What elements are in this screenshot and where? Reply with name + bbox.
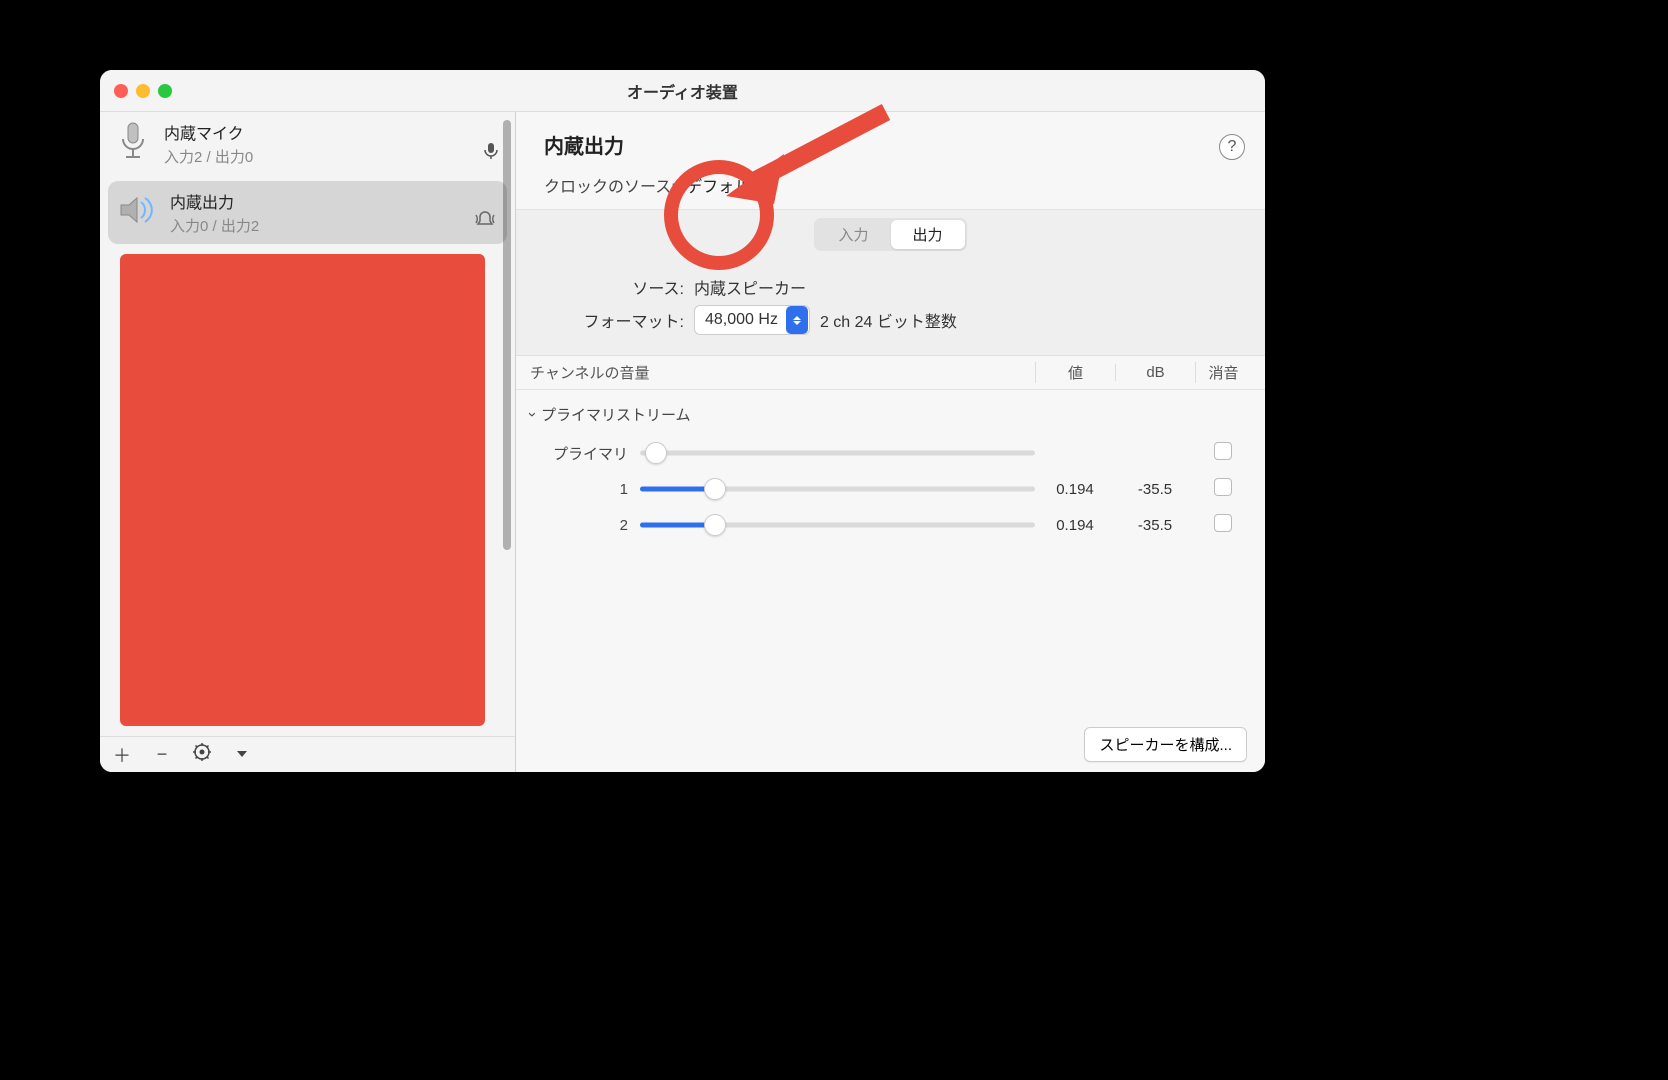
channel-2-volume-slider[interactable]	[640, 514, 1035, 536]
window-title: オーディオ装置	[100, 79, 1265, 103]
device-info: 内蔵マイク 入力2 / 出力0	[164, 120, 469, 167]
primary-stream-group: › プライマリストリーム プライマリ 1	[516, 390, 1265, 553]
device-io-summary: 入力0 / 出力2	[170, 215, 463, 236]
clock-source-value: デフォルト	[686, 179, 766, 196]
channel-2-label: 2	[530, 517, 640, 534]
stepper-arrows-icon	[786, 306, 808, 334]
device-name: 内蔵マイク	[164, 120, 469, 144]
source-label: ソース:	[544, 275, 684, 299]
channel-1-volume-slider[interactable]	[640, 478, 1035, 500]
col-value: 値	[1035, 362, 1115, 383]
channel-1-value: 0.194	[1035, 481, 1115, 498]
add-device-button[interactable]: ＋	[110, 742, 134, 768]
channel-2-mute-checkbox[interactable]	[1214, 514, 1232, 532]
action-dropdown-button[interactable]	[230, 744, 254, 765]
channel-2-value: 0.194	[1035, 517, 1115, 534]
minimize-window-button[interactable]	[136, 84, 150, 98]
sample-rate-select[interactable]: 48,000 Hz	[694, 305, 810, 335]
audio-midi-setup-window: オーディオ装置 内蔵マイク 入力2 / 出力0	[100, 70, 1265, 772]
chevron-down-icon: ›	[524, 412, 541, 417]
col-mute: 消音	[1195, 362, 1251, 383]
zoom-window-button[interactable]	[158, 84, 172, 98]
device-info: 内蔵出力 入力0 / 出力2	[170, 189, 463, 236]
speaker-icon	[118, 189, 160, 231]
default-input-icon	[479, 138, 503, 162]
configure-speakers-button[interactable]: スピーカーを構成...	[1084, 727, 1247, 762]
channel-2-db: -35.5	[1115, 517, 1195, 534]
col-db: dB	[1115, 364, 1195, 381]
sample-rate-value: 48,000 Hz	[705, 311, 778, 329]
action-menu-button[interactable]	[190, 743, 214, 766]
source-value: 内蔵スピーカー	[694, 275, 806, 299]
device-io-summary: 入力2 / 出力0	[164, 146, 469, 167]
tab-output[interactable]: 出力	[891, 220, 965, 249]
primary-stream-header[interactable]: › プライマリストリーム	[530, 400, 1251, 435]
clock-source-label: クロックのソース:	[544, 179, 676, 196]
detail-header: 内蔵出力 クロックのソース: デフォルト ?	[516, 112, 1265, 209]
channel-primary-label: プライマリ	[530, 443, 640, 464]
channel-row-primary: プライマリ	[530, 435, 1251, 471]
device-name: 内蔵出力	[170, 189, 463, 213]
remove-device-button[interactable]: −	[150, 744, 174, 765]
device-sidebar: 内蔵マイク 入力2 / 出力0	[100, 112, 516, 772]
io-tab-bar: 入力 出力	[516, 209, 1265, 259]
source-row: ソース: 内蔵スピーカー	[544, 275, 1237, 299]
format-label: フォーマット:	[544, 308, 684, 332]
primary-mute-checkbox[interactable]	[1214, 442, 1232, 460]
window-titlebar: オーディオ装置	[100, 70, 1265, 112]
channel-1-mute-checkbox[interactable]	[1214, 478, 1232, 496]
channel-row-1: 1 0.194 -35.5	[530, 471, 1251, 507]
detail-device-title: 内蔵出力	[544, 130, 1237, 159]
device-list: 内蔵マイク 入力2 / 出力0	[100, 112, 515, 246]
format-row: フォーマット: 48,000 Hz 2 ch 24 ビット整数	[544, 305, 1237, 335]
sidebar-toolbar: ＋ −	[100, 736, 515, 772]
device-row-builtin-mic[interactable]: 内蔵マイク 入力2 / 出力0	[100, 112, 515, 175]
microphone-icon	[112, 120, 154, 162]
annotation-redacted-area	[120, 254, 485, 726]
channel-1-label: 1	[530, 481, 640, 498]
col-channel-volume: チャンネルの音量	[530, 362, 1035, 383]
device-detail-panel: 内蔵出力 クロックのソース: デフォルト ? 入力 出力 ソース: 内蔵スピーカ…	[516, 112, 1265, 772]
clock-source-row: クロックのソース: デフォルト	[544, 173, 1237, 197]
output-settings: ソース: 内蔵スピーカー フォーマット: 48,000 Hz 2 ch 24 ビ…	[516, 259, 1265, 356]
channel-table-header: チャンネルの音量 値 dB 消音	[516, 356, 1265, 390]
help-button[interactable]: ?	[1219, 134, 1245, 160]
channel-1-db: -35.5	[1115, 481, 1195, 498]
format-description: 2 ch 24 ビット整数	[820, 308, 957, 332]
close-window-button[interactable]	[114, 84, 128, 98]
primary-stream-label: プライマリストリーム	[541, 404, 691, 425]
default-alert-icon	[473, 207, 497, 231]
detail-footer: スピーカーを構成...	[1084, 727, 1247, 762]
channel-row-2: 2 0.194 -35.5	[530, 507, 1251, 543]
device-row-builtin-output[interactable]: 内蔵出力 入力0 / 出力2	[108, 181, 507, 244]
primary-volume-slider[interactable]	[640, 442, 1035, 464]
tab-input[interactable]: 入力	[816, 220, 890, 249]
traffic-lights	[100, 84, 172, 98]
sidebar-scrollbar[interactable]	[503, 120, 511, 734]
